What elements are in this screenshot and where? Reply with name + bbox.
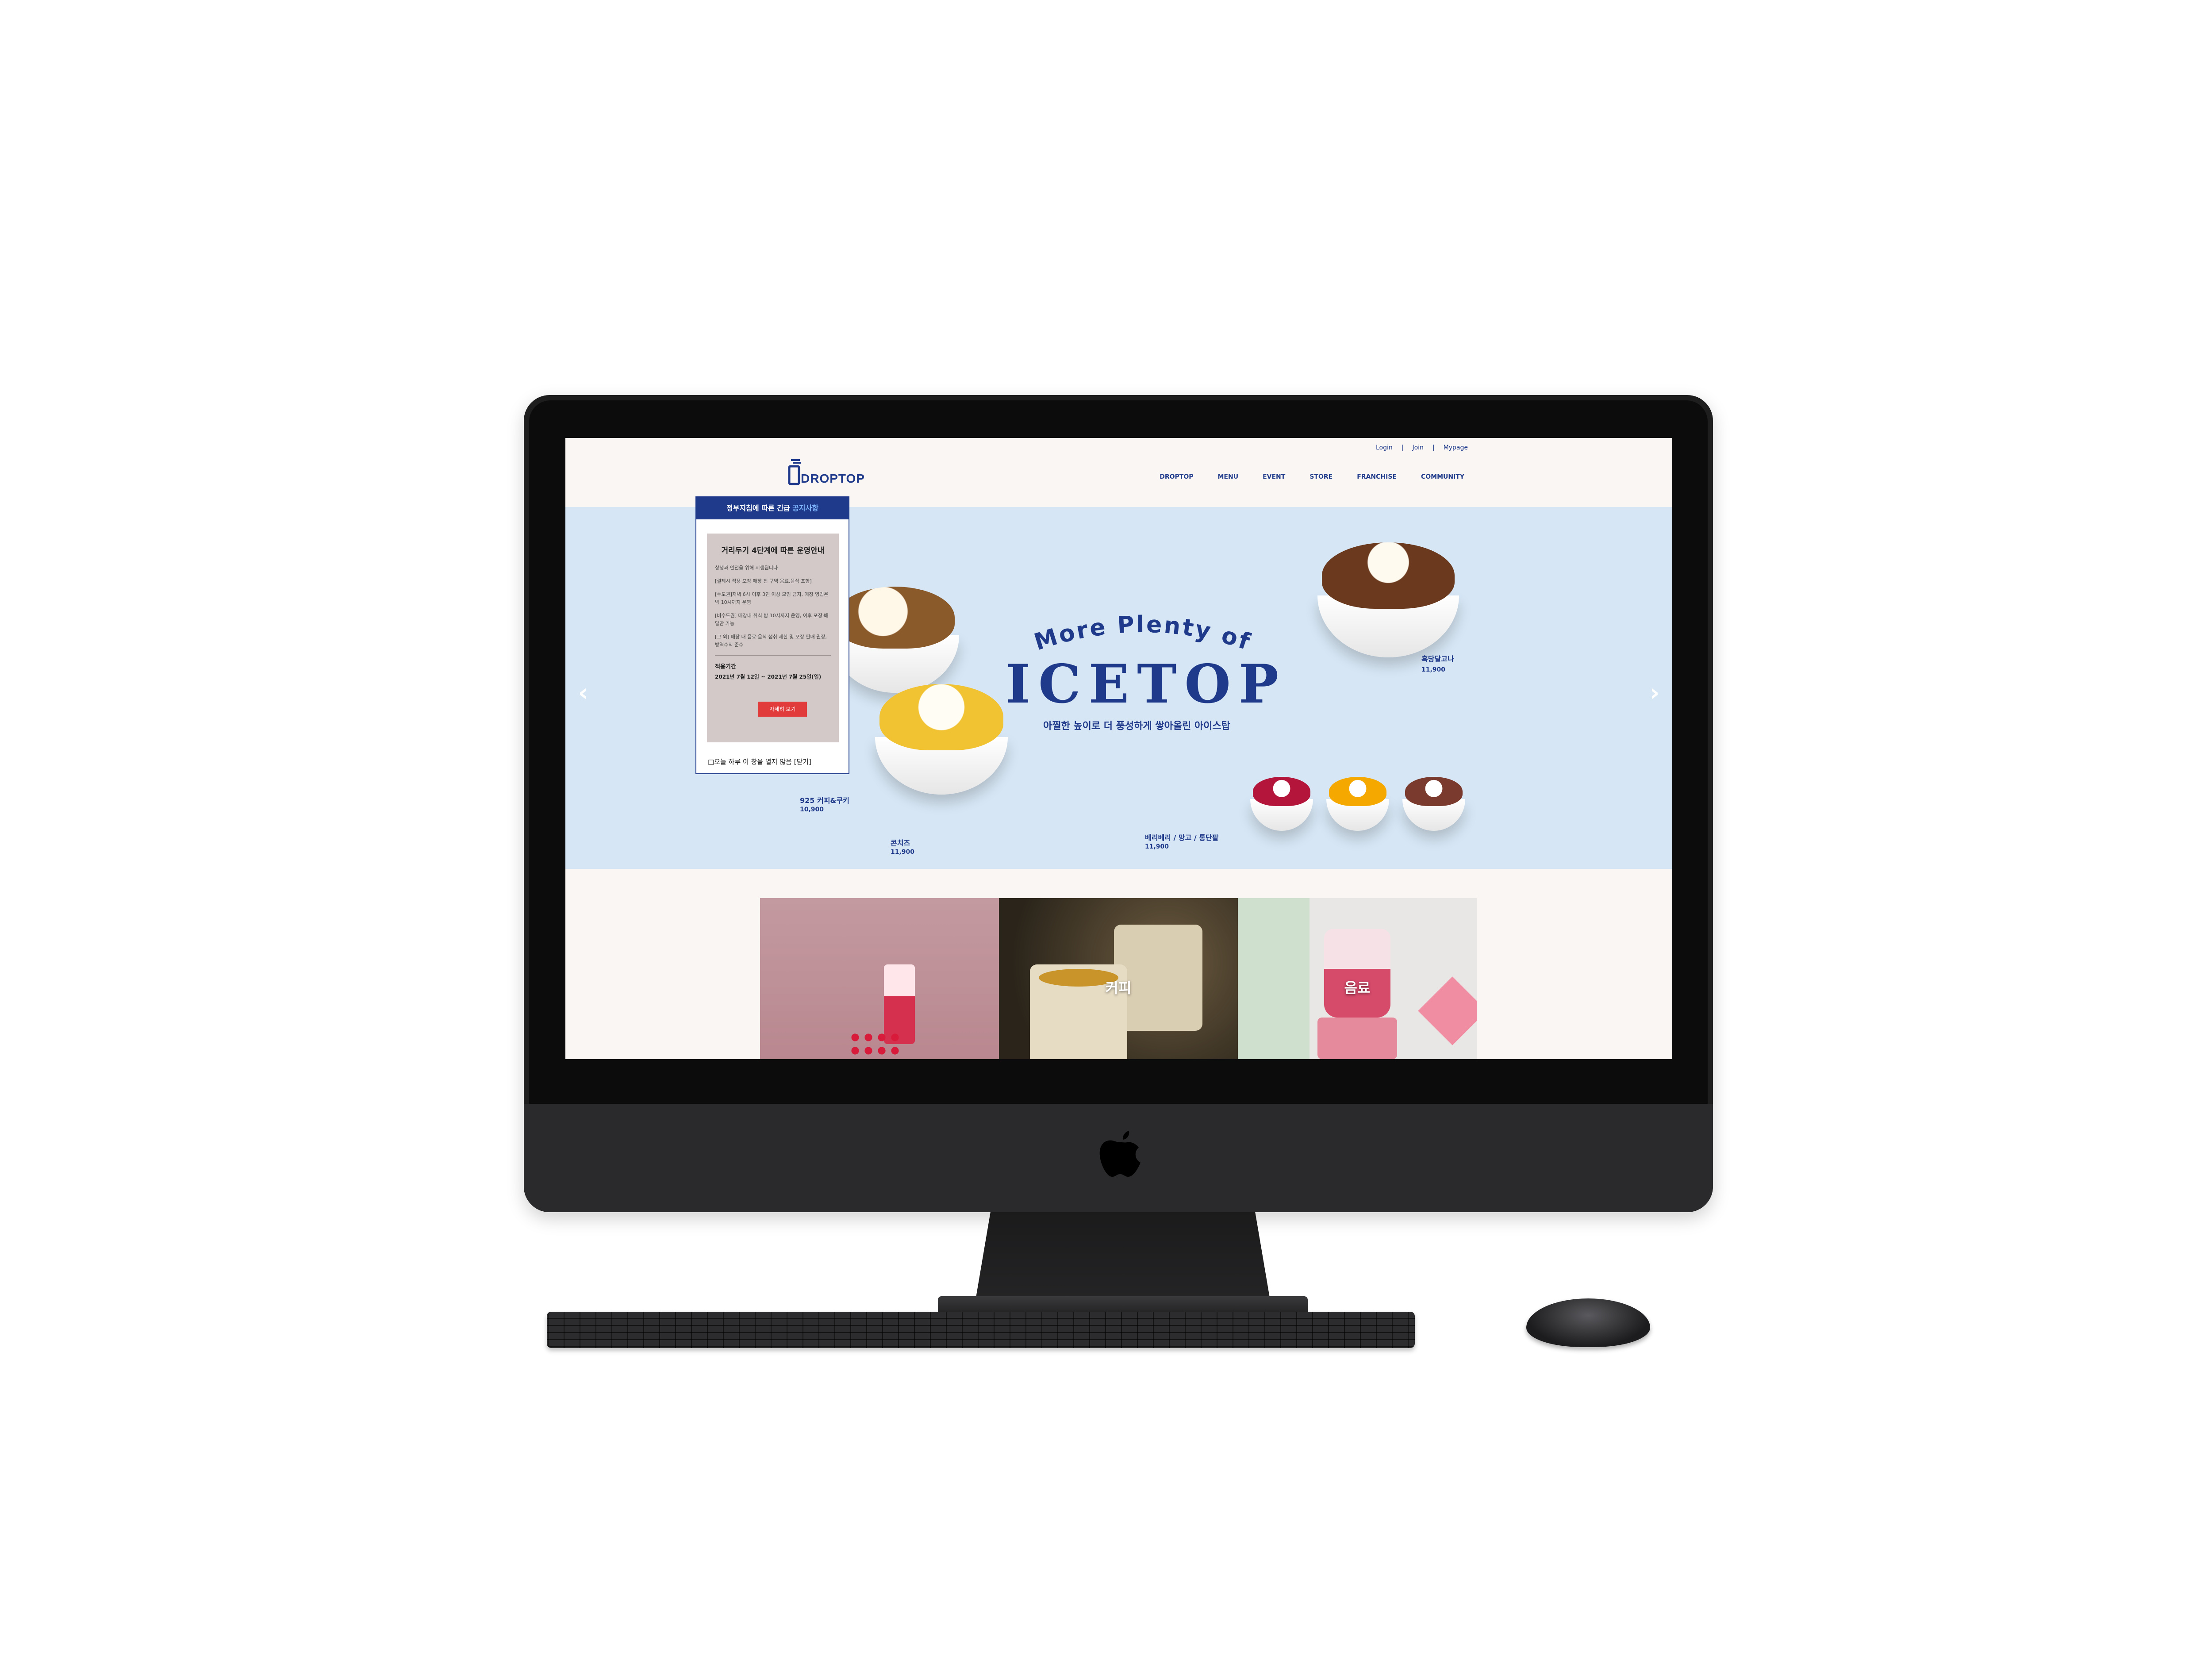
svg-text:More Plenty of: More Plenty of [1031,612,1255,656]
login-link[interactable]: Login [1376,444,1393,451]
popup-paragraph: [결제시 적용 포장 매장 전 구역 음료,음식 포함] [715,578,812,584]
tile-beverage[interactable]: 음료 [1238,898,1477,1059]
product-price: 11,900 [891,849,915,856]
bowl-topping [1322,542,1455,609]
prev-slide-button[interactable]: ‹ [574,680,592,706]
hero-headline: ICETOP [1006,653,1287,715]
category-tiles: 커피 음료 [760,898,1477,1059]
popup-footer[interactable]: □오늘 하루 이 창을 열지 않음 [닫기] [708,757,811,766]
mypage-link[interactable]: Mypage [1444,444,1468,451]
product-name: 925 커피&쿠키 [800,796,849,805]
product-name: 베리베리 / 망고 / 통단팥 [1145,833,1219,842]
separator: | [1401,444,1404,451]
popup-body: 거리두기 4단계에 따른 운영안내 상생과 안전을 위해 시행됩니다 [결제시 … [707,534,839,742]
popup-header-highlight: 공지사항 [792,504,819,512]
popup-header: 정부지침에 따른 긴급 공지사항 [696,497,849,519]
next-slide-button[interactable]: › [1646,680,1663,706]
bowl-topping [1253,777,1310,806]
popup-paragraph: 상생과 안전을 위해 시행됩니다 [715,565,778,571]
strawberry-image [849,1031,902,1059]
tile-coffee[interactable]: 커피 [999,898,1238,1059]
popup-paragraph: [비수도권] 매장내 취식 밤 10시까지 운영, 이후 포장·배달만 가능 [715,613,829,626]
tile-label: 음료 [1344,979,1371,996]
menu-item-franchise[interactable]: FRANCHISE [1357,473,1397,480]
product-name: 흑당달고나 [1421,655,1454,663]
keyboard [547,1312,1415,1348]
browser-screen: Login | Join | Mypage DROPTOP DROPTOP ME… [565,438,1672,1059]
separator: | [1432,444,1435,451]
mouse [1526,1298,1650,1347]
product-price: 10,900 [800,806,824,813]
apple-logo-icon [1099,1131,1141,1177]
product-price: 11,900 [1421,666,1446,673]
main-menu: DROPTOP MENU EVENT STORE FRANCHISE COMMU… [1160,473,1464,480]
bowl-topping [1329,777,1386,806]
popup-period: 2021년 7월 12일 ~ 2021년 7월 25일(일) [715,674,822,680]
bowl-topping [1405,777,1463,806]
logo-text: DROPTOP [801,472,865,485]
product-name: 콘치즈 [891,839,910,847]
popup-divider [715,655,831,656]
popup-title: 거리두기 4단계에 따른 운영안내 [721,546,825,555]
cup-logo-icon [788,459,801,485]
menu-item-menu[interactable]: MENU [1218,473,1239,480]
tile-label: 커피 [1105,979,1132,996]
beverage-cup-image [1324,929,1390,1018]
popup-paragraph: [수도권]저녁 6시 이후 3인 이상 모임 금지, 매장 영업은 밤 10시까… [715,591,829,605]
popup-period-label: 적용기간 [715,664,736,670]
join-link[interactable]: Join [1412,444,1423,451]
pink-pedestal [1317,1018,1397,1059]
hero-subline: 아찔한 높이로 더 풍성하게 쌓아올린 아이스탑 [1043,721,1230,732]
menu-item-droptop[interactable]: DROPTOP [1160,473,1193,480]
bowl-topping [879,684,1003,750]
popup-paragraph: [그 외] 매장 내 음료·음식 섭취 제한 및 포장 판매 권장, 방역수칙 … [715,634,827,648]
popup-details-button[interactable]: 자세히 보기 [758,702,807,717]
menu-item-event[interactable]: EVENT [1263,473,1285,480]
notice-popup: 정부지침에 따른 긴급 공지사항 거리두기 4단계에 따른 운영안내 상생과 안… [695,496,849,774]
product-price: 11,900 [1145,843,1169,850]
menu-item-store[interactable]: STORE [1310,473,1333,480]
tagline-text: More Plenty of [1031,612,1253,656]
popup-header-prefix: 정부지침에 따른 긴급 [726,504,793,512]
bowl-topping [835,587,955,649]
menu-item-community[interactable]: COMMUNITY [1421,473,1464,480]
tile-dessert[interactable] [760,898,999,1059]
site-logo[interactable]: DROPTOP [787,455,865,486]
utility-links: Login | Join | Mypage [1376,444,1468,451]
